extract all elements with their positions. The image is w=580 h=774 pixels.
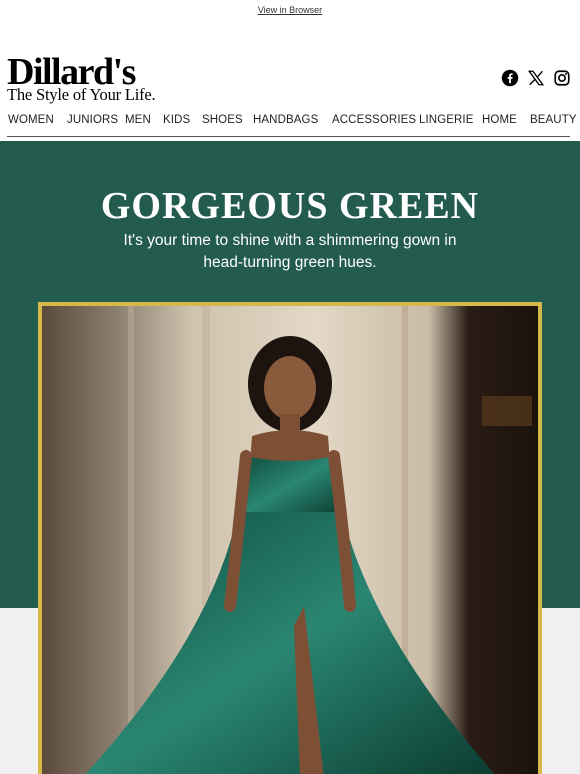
nav-divider — [7, 136, 570, 137]
preheader: View in Browser — [0, 0, 580, 40]
dillards-logo[interactable]: Dillard's The Style of Your Life. — [7, 53, 156, 105]
hero-title: GORGEOUS GREEN — [100, 185, 480, 227]
nav-men[interactable]: MEN — [125, 114, 151, 126]
nav-women[interactable]: WOMEN — [8, 114, 54, 126]
nav-juniors[interactable]: JUNIORS — [67, 114, 118, 126]
green-gown-model-image — [42, 306, 538, 774]
hero-subtitle: It's your time to shine with a shimmerin… — [123, 232, 457, 271]
view-in-browser-link[interactable]: View in Browser — [0, 5, 580, 15]
instagram-icon[interactable] — [553, 69, 571, 87]
category-nav: WOMEN JUNIORS MEN KIDS SHOES HANDBAGS AC… — [0, 110, 580, 136]
nav-home[interactable]: HOME — [482, 114, 517, 126]
nav-handbags[interactable]: HANDBAGS — [253, 114, 318, 126]
nav-shoes[interactable]: SHOES — [202, 114, 243, 126]
nav-kids[interactable]: KIDS — [163, 114, 190, 126]
social-links — [501, 69, 571, 89]
nav-beauty[interactable]: BEAUTY — [530, 114, 577, 126]
nav-accessories[interactable]: ACCESSORIES — [332, 114, 416, 126]
hero-photo[interactable] — [38, 302, 542, 774]
facebook-icon[interactable] — [501, 69, 519, 87]
nav-lingerie[interactable]: LINGERIE — [419, 114, 473, 126]
x-icon[interactable] — [527, 69, 545, 87]
logo-tagline: The Style of Your Life. — [7, 85, 156, 104]
